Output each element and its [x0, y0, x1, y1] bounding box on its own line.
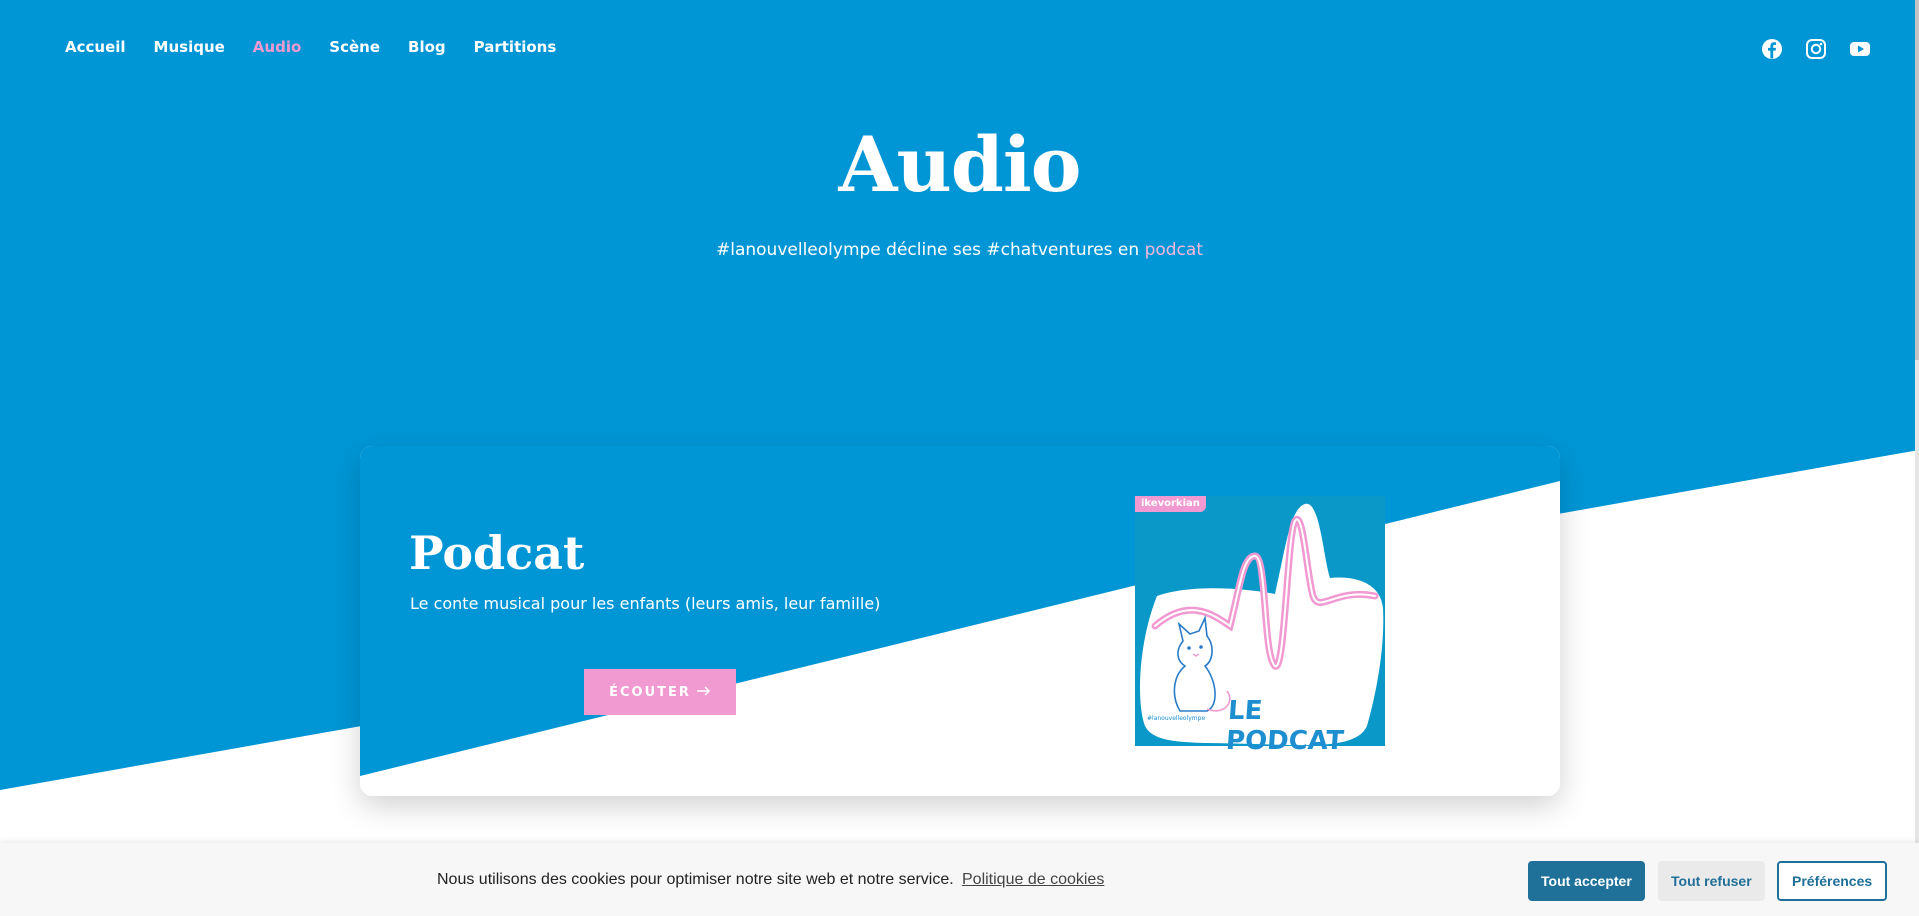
listen-button-label: ÉCOUTER: [609, 684, 691, 700]
main-nav: Accueil Musique Audio Scène Blog Partiti…: [65, 38, 556, 56]
cookie-policy-link[interactable]: Politique de cookies: [962, 871, 1104, 889]
accept-all-button[interactable]: Tout accepter: [1528, 861, 1645, 901]
cookie-message: Nous utilisons des cookies pour optimise…: [437, 871, 954, 888]
cover-brand-label: ikevorkian: [1135, 496, 1206, 512]
refuse-all-button[interactable]: Tout refuser: [1658, 861, 1765, 901]
cover-title: LE PODCAT: [1224, 696, 1345, 756]
arrow-right-icon: [696, 685, 711, 700]
podcast-cover[interactable]: ikevorkian LE PODCAT #lanouvelleolympe: [1135, 496, 1385, 756]
subtitle-text: #lanouvelleolympe décline ses #chatventu…: [716, 240, 1145, 260]
preferences-button[interactable]: Préférences: [1777, 861, 1888, 901]
podcat-card: Podcat Le conte musical pour les enfants…: [360, 446, 1560, 796]
youtube-icon[interactable]: [1849, 38, 1871, 60]
card-title: Podcat: [409, 526, 585, 580]
nav-item-audio[interactable]: Audio: [253, 38, 301, 56]
nav-item-musique[interactable]: Musique: [154, 38, 225, 56]
cookie-banner: Nous utilisons des cookies pour optimise…: [0, 843, 1919, 916]
nav-item-partitions[interactable]: Partitions: [474, 38, 557, 56]
cover-tag: #lanouvelleolympe: [1147, 715, 1206, 722]
social-links: [1761, 38, 1871, 60]
page-subtitle: #lanouvelleolympe décline ses #chatventu…: [0, 240, 1919, 260]
podcat-link[interactable]: podcat: [1145, 240, 1203, 260]
instagram-icon[interactable]: [1805, 38, 1827, 60]
facebook-icon[interactable]: [1761, 38, 1783, 60]
nav-item-scene[interactable]: Scène: [329, 38, 380, 56]
card-description: Le conte musical pour les enfants (leurs…: [410, 594, 881, 613]
nav-item-blog[interactable]: Blog: [408, 38, 446, 56]
page-title: Audio: [838, 120, 1082, 209]
nav-item-accueil[interactable]: Accueil: [65, 38, 126, 56]
listen-button[interactable]: ÉCOUTER: [584, 669, 736, 715]
